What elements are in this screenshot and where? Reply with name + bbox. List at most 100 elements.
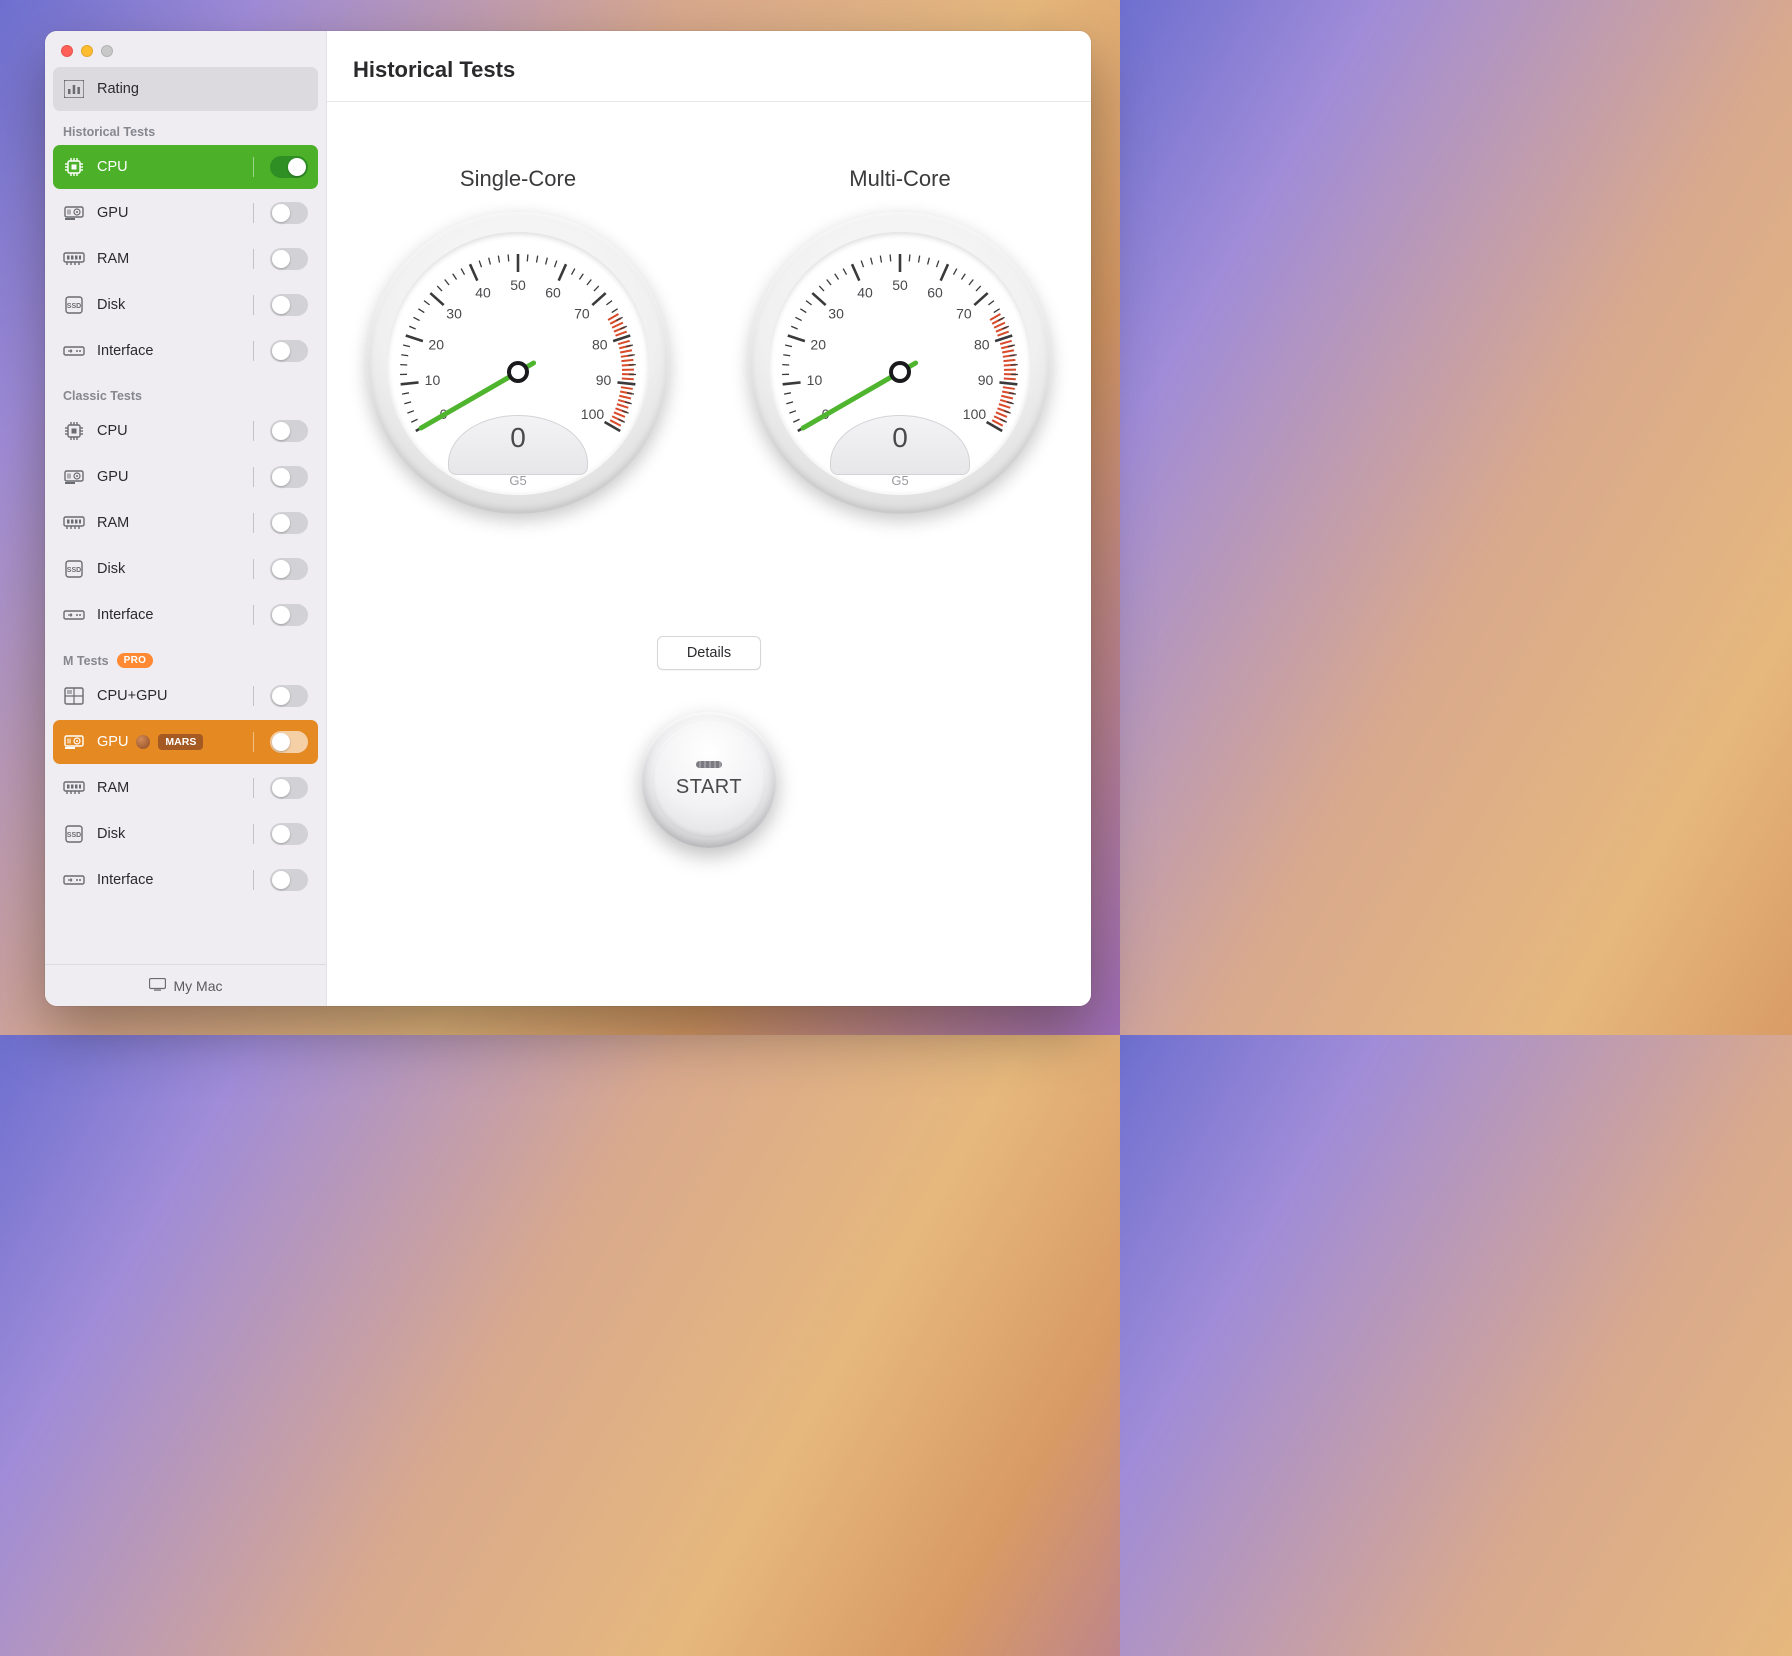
sidebar-item-ram[interactable]: RAM: [53, 501, 318, 545]
sidebar-item-label: CPU: [97, 159, 241, 175]
sidebar-item-disk[interactable]: SSDDisk: [53, 283, 318, 327]
divider: [253, 513, 254, 533]
toggle[interactable]: [270, 248, 308, 270]
zoom-icon[interactable]: [101, 45, 113, 57]
sidebar-item-cpu[interactable]: CPU: [53, 145, 318, 189]
sidebar-item-disk[interactable]: SSDDisk: [53, 547, 318, 591]
sidebar: Rating Historical Tests CPUGPURAMSSDDisk…: [45, 31, 327, 1006]
page-title: Historical Tests: [327, 31, 1091, 102]
close-icon[interactable]: [61, 45, 73, 57]
sidebar-item-label: Interface: [97, 343, 241, 359]
svg-text:50: 50: [510, 277, 526, 293]
divider: [253, 732, 254, 752]
ram-icon: [63, 249, 85, 269]
gauge-single-core: Single-Core 0102030405060708090100 0 G5: [367, 166, 669, 514]
toggle[interactable]: [270, 466, 308, 488]
divider: [253, 295, 254, 315]
sidebar-item-disk[interactable]: SSDDisk: [53, 812, 318, 856]
cpu-icon: [63, 157, 85, 177]
sidebar-item-label: GPUMARS: [97, 734, 241, 750]
sidebar-item-gpu[interactable]: GPUMARS: [53, 720, 318, 764]
minimize-icon[interactable]: [81, 45, 93, 57]
sidebar-item-cpu-gpu[interactable]: CPU+GPU: [53, 674, 318, 718]
sidebar-item-ram[interactable]: RAM: [53, 237, 318, 281]
bar-chart-icon: [63, 79, 85, 99]
gauge-title: Single-Core: [460, 166, 576, 192]
sidebar-item-label: GPU: [97, 469, 241, 485]
gauge-dial: 0102030405060708090100 0 G5: [367, 212, 669, 514]
divider: [253, 686, 254, 706]
sidebar-item-gpu[interactable]: GPU: [53, 455, 318, 499]
toggle[interactable]: [270, 558, 308, 580]
interface-icon: [63, 605, 85, 625]
start-button[interactable]: START: [641, 712, 777, 848]
footer-label: My Mac: [174, 978, 223, 994]
toggle[interactable]: [270, 156, 308, 178]
sidebar-item-label: RAM: [97, 251, 241, 267]
svg-text:50: 50: [892, 277, 908, 293]
toggle[interactable]: [270, 294, 308, 316]
toggle[interactable]: [270, 202, 308, 224]
divider: [253, 421, 254, 441]
svg-text:20: 20: [810, 336, 826, 352]
gauge-multi-core: Multi-Core 0102030405060708090100 0 G5: [749, 166, 1051, 514]
toggle[interactable]: [270, 777, 308, 799]
toggle[interactable]: [270, 869, 308, 891]
svg-text:10: 10: [425, 372, 441, 388]
svg-text:30: 30: [446, 305, 462, 321]
divider: [253, 341, 254, 361]
monitor-icon: [149, 978, 166, 994]
sidebar-item-ram[interactable]: RAM: [53, 766, 318, 810]
section-header-historical: Historical Tests: [53, 111, 318, 145]
divider: [253, 870, 254, 890]
sidebar-item-cpu[interactable]: CPU: [53, 409, 318, 453]
sidebar-item-label: Disk: [97, 826, 241, 842]
divider: [253, 249, 254, 269]
sidebar-item-interface[interactable]: Interface: [53, 858, 318, 902]
gpu-icon: [63, 732, 85, 752]
sidebar-item-label: RAM: [97, 515, 241, 531]
sidebar-item-gpu[interactable]: GPU: [53, 191, 318, 235]
toggle[interactable]: [270, 604, 308, 626]
interface-icon: [63, 870, 85, 890]
svg-text:70: 70: [956, 305, 972, 321]
toggle[interactable]: [270, 685, 308, 707]
svg-text:40: 40: [857, 284, 873, 300]
svg-text:SSD: SSD: [67, 567, 81, 574]
section-header-m: M Tests PRO: [53, 639, 318, 674]
gpu-icon: [63, 203, 85, 223]
gauge-unit: G5: [458, 473, 578, 488]
cpugpu-icon: [63, 686, 85, 706]
details-button[interactable]: Details: [657, 636, 761, 670]
led-indicator-icon: [696, 761, 722, 768]
mars-planet-icon: [136, 735, 150, 749]
svg-text:30: 30: [828, 305, 844, 321]
sidebar-item-rating[interactable]: Rating: [53, 67, 318, 111]
toggle[interactable]: [270, 823, 308, 845]
svg-text:70: 70: [574, 305, 590, 321]
divider: [253, 467, 254, 487]
ram-icon: [63, 778, 85, 798]
toggle[interactable]: [270, 731, 308, 753]
svg-text:100: 100: [581, 406, 605, 422]
sidebar-item-label: CPU+GPU: [97, 688, 241, 704]
sidebar-item-interface[interactable]: Interface: [53, 593, 318, 637]
toggle[interactable]: [270, 512, 308, 534]
gauge-title: Multi-Core: [849, 166, 950, 192]
sidebar-item-label: Interface: [97, 872, 241, 888]
divider: [253, 605, 254, 625]
ram-icon: [63, 513, 85, 533]
sidebar-item-label: Interface: [97, 607, 241, 623]
svg-text:SSD: SSD: [67, 303, 81, 310]
gauge-value: 0: [892, 422, 908, 454]
gauge-dial: 0102030405060708090100 0 G5: [749, 212, 1051, 514]
sidebar-item-label: RAM: [97, 780, 241, 796]
svg-text:60: 60: [927, 284, 943, 300]
sidebar-item-label: GPU: [97, 205, 241, 221]
toggle[interactable]: [270, 340, 308, 362]
disk-icon: SSD: [63, 295, 85, 315]
svg-text:20: 20: [428, 336, 444, 352]
sidebar-footer[interactable]: My Mac: [45, 964, 326, 1006]
toggle[interactable]: [270, 420, 308, 442]
sidebar-item-interface[interactable]: Interface: [53, 329, 318, 373]
